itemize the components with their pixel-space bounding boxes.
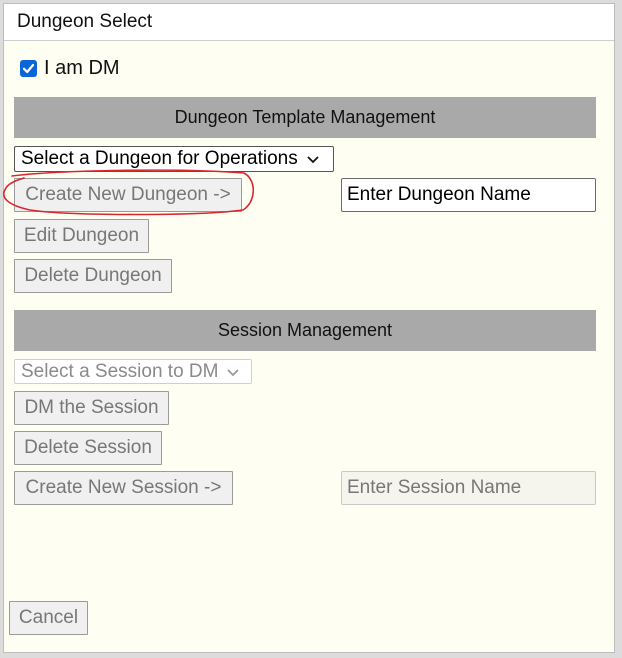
- dungeon-name-field[interactable]: Enter Dungeon Name: [341, 178, 596, 212]
- session-name-field[interactable]: Enter Session Name: [341, 471, 596, 505]
- create-dungeon-button[interactable]: Create New Dungeon ->: [14, 178, 242, 212]
- dm-checkbox[interactable]: [20, 59, 37, 77]
- dungeon-select-value: Select a Dungeon for Operations: [21, 148, 298, 169]
- dungeon-section-header: Dungeon Template Management: [14, 97, 596, 138]
- session-select-value: Select a Session to DM: [21, 360, 219, 382]
- session-select[interactable]: Select a Session to DM: [14, 359, 252, 384]
- session-section-header: Session Management: [14, 310, 596, 351]
- dm-session-button[interactable]: DM the Session: [14, 391, 169, 425]
- dm-label: I am DM: [44, 56, 120, 79]
- delete-dungeon-button[interactable]: Delete Dungeon: [14, 259, 172, 293]
- dungeon-select[interactable]: Select a Dungeon for Operations: [14, 146, 334, 172]
- session-name-value: Enter Session Name: [347, 477, 522, 498]
- title-bar: Dungeon Select: [4, 4, 614, 41]
- chevron-down-icon: [306, 152, 320, 166]
- create-session-button[interactable]: Create New Session ->: [14, 471, 233, 505]
- window-title: Dungeon Select: [17, 11, 153, 32]
- dm-toggle[interactable]: I am DM: [20, 56, 120, 80]
- dungeon-name-value: Enter Dungeon Name: [347, 184, 531, 205]
- delete-session-button[interactable]: Delete Session: [14, 431, 162, 465]
- checkmark-icon: [22, 63, 35, 73]
- edit-dungeon-button[interactable]: Edit Dungeon: [14, 219, 149, 253]
- chevron-down-icon: [226, 365, 240, 379]
- cancel-button[interactable]: Cancel: [9, 601, 88, 635]
- dungeon-select-dialog: Dungeon Select I am DM Dungeon Template …: [3, 3, 615, 653]
